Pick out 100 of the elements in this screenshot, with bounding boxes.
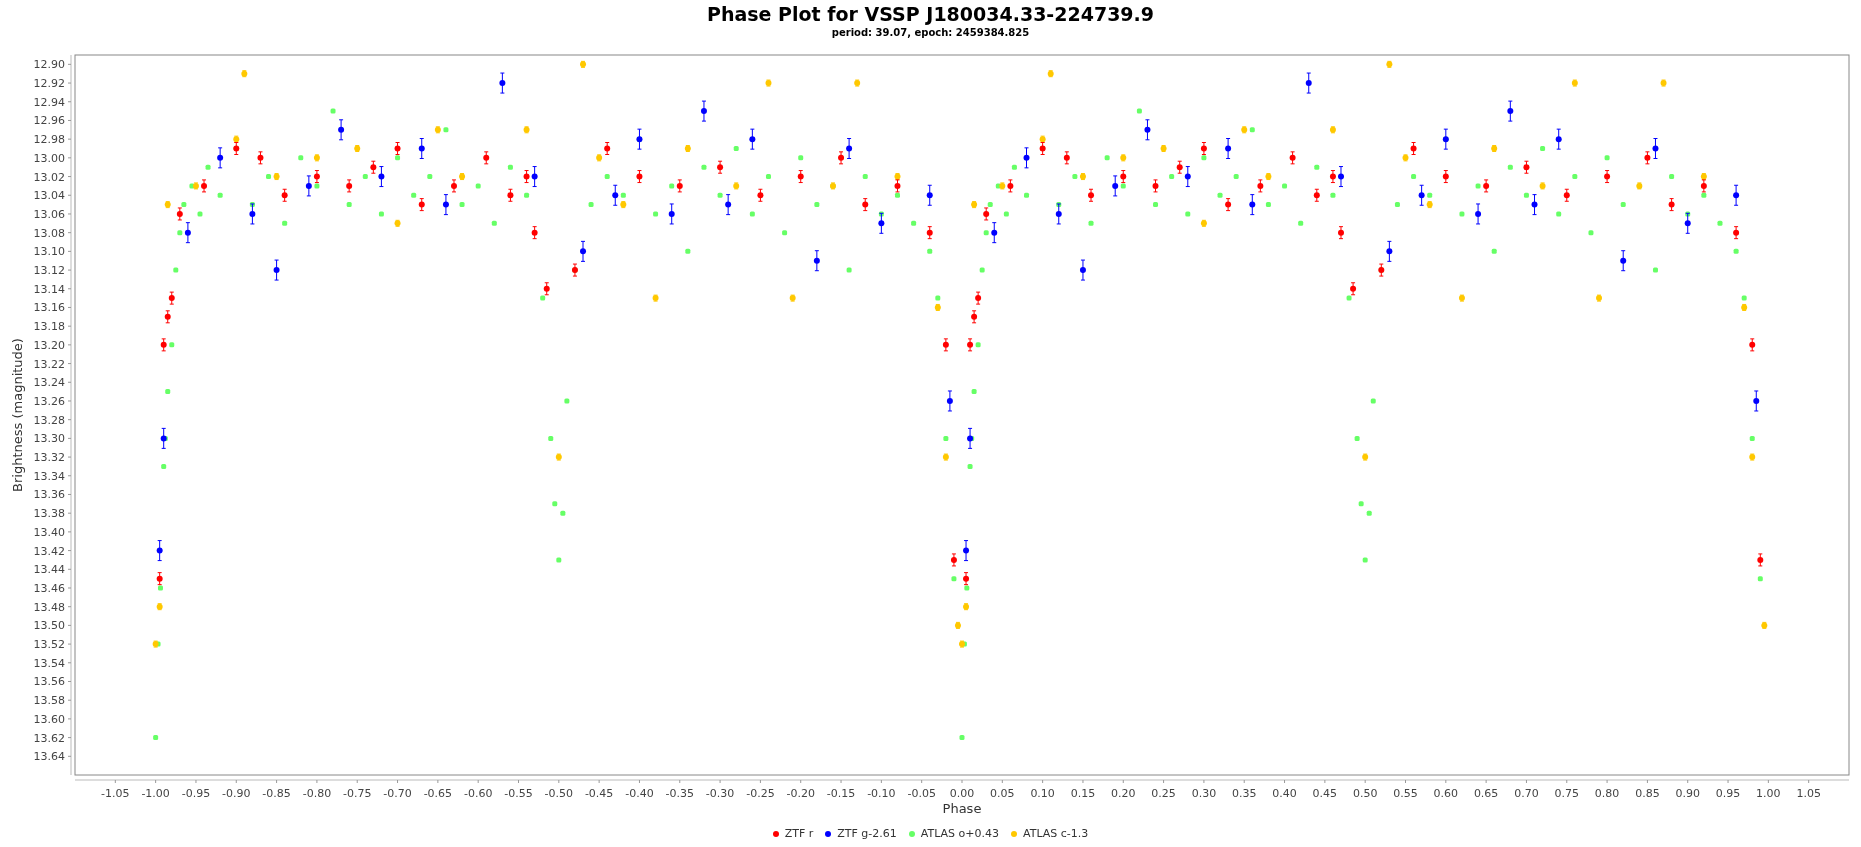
y-tick-label: 13.62 [33,731,65,745]
point [991,229,998,236]
y-tick-label: 13.10 [33,245,65,259]
point [1555,136,1562,143]
point [725,201,732,208]
point [1225,145,1232,152]
x-tick-label: 0.60 [1433,787,1459,800]
point [499,80,506,87]
x-axis-title: Phase [942,801,982,816]
x-tick-label: 0.90 [1675,787,1700,800]
y-tick-label: 13.52 [33,638,65,652]
y-tick-label: 13.16 [33,301,65,315]
x-tick-label: 0.15 [1070,787,1096,800]
y-tick-label: 13.04 [33,189,65,203]
y-tick-label: 12.92 [33,77,65,91]
x-tick-label: 0.85 [1635,787,1660,800]
point [1386,248,1393,255]
x-tick-label: -0.90 [222,787,251,800]
point [338,126,345,133]
point [1620,257,1627,264]
x-tick-label: -0.20 [786,787,815,800]
x-tick-label: -0.95 [181,787,211,800]
y-tick-label: 13.20 [33,338,65,352]
y-tick-label: 13.44 [33,563,65,577]
y-tick-label: 13.06 [33,207,65,221]
y-tick-label: 13.60 [33,712,65,726]
x-tick-label: -0.35 [665,787,694,800]
legend-label: ZTF g-2.61 [837,827,897,840]
point [1079,267,1086,274]
point [1652,145,1659,152]
x-tick-label: 0.10 [1030,787,1055,800]
point [249,210,256,217]
point [668,210,675,217]
x-tick-label: -0.45 [584,787,614,800]
y-tick-label: 13.42 [33,544,65,558]
x-tick-label: -0.75 [343,787,372,800]
x-tick-label: 0.70 [1514,787,1539,800]
point [700,108,707,115]
y-tick-label: 13.38 [33,507,65,521]
x-tick-label: 0.45 [1312,787,1338,800]
x-tick-label: -0.25 [746,787,775,800]
y-tick-label: 13.24 [33,376,65,390]
x-tick-label: 0.55 [1393,787,1418,800]
point [156,547,163,554]
point [1249,201,1256,208]
y-tick-label: 13.54 [33,656,65,670]
x-tick-label: -0.85 [262,787,291,800]
point [531,173,538,180]
x-tick-label: 0.75 [1554,787,1579,800]
legend-label: ATLAS c-1.3 [1023,827,1089,840]
x-tick-label: 0.95 [1715,787,1741,800]
y-tick-label: 13.08 [33,226,65,240]
point [946,397,953,404]
x-tick-label: -0.30 [705,787,735,800]
point [378,173,385,180]
point [878,220,885,227]
legend-label: ATLAS o+0.43 [920,827,1000,840]
point [442,201,449,208]
x-tick-label: -0.70 [383,787,412,800]
x-tick-label: 0.65 [1473,787,1499,800]
point [273,267,280,274]
point [184,229,191,236]
point [1733,192,1740,199]
point [813,257,820,264]
point [1418,192,1425,199]
x-tick-label: -0.40 [625,787,654,800]
point [1475,210,1482,217]
legend-label: ZTF r [784,827,814,840]
y-tick-label: 13.40 [33,525,65,539]
y-tick-label: 13.30 [33,432,65,446]
point [749,136,756,143]
x-tick-label: -0.80 [302,787,332,800]
y-tick-label: 12.94 [33,95,65,109]
y-tick-label: 13.56 [33,675,65,689]
point [1337,173,1344,180]
point [1531,201,1538,208]
point [217,154,224,161]
x-tick-label: 0.40 [1272,787,1297,800]
y-tick-label: 13.22 [33,357,65,371]
x-tick-label: -1.00 [141,787,170,800]
x-tick-label: 0.20 [1111,787,1136,800]
x-tick-label: 0.50 [1352,787,1378,800]
x-tick-label: -0.60 [463,787,493,800]
x-tick-label: 1.05 [1796,787,1821,800]
y-tick-label: 13.64 [33,750,65,764]
point [1753,397,1760,404]
x-tick-label: 0.05 [990,787,1015,800]
point [1055,210,1062,217]
x-tick-label: -1.05 [101,787,130,800]
y-tick-label: 13.00 [33,151,65,165]
point [1184,173,1191,180]
point [846,145,853,152]
x-tick-label: -0.10 [867,787,896,800]
point [1305,80,1312,87]
point [1507,108,1514,115]
point [305,182,312,189]
x-tick-label: 0.35 [1232,787,1257,800]
y-tick-label: 12.90 [33,58,65,72]
x-tick-label: -0.05 [907,787,936,800]
point [580,248,587,255]
